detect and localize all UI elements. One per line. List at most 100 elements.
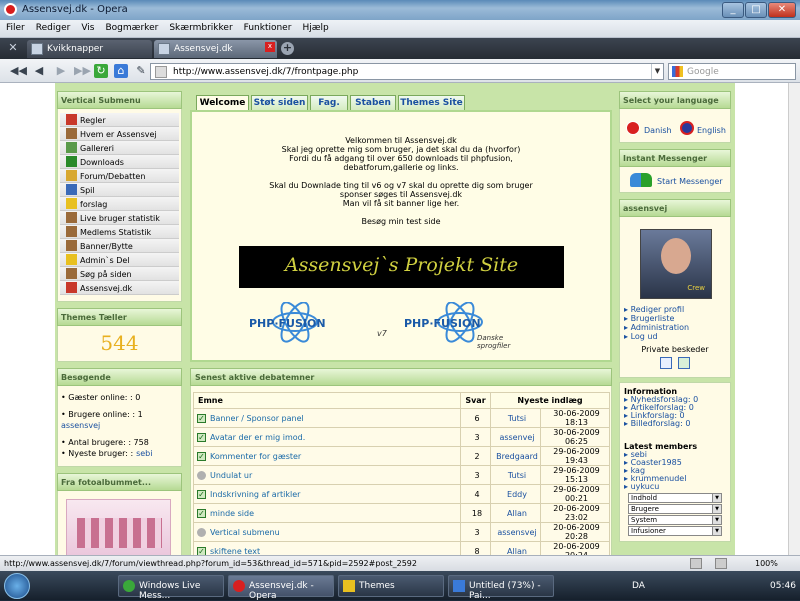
online-user-link[interactable]: assensvej	[61, 420, 178, 431]
submenu-item[interactable]: Banner/Bytte	[60, 239, 179, 253]
fast-forward-icon[interactable]: ▶▶	[74, 64, 91, 78]
user-link-row[interactable]: ▸ Administration	[624, 323, 689, 332]
submenu-item[interactable]: Downloads	[60, 155, 179, 169]
info-link[interactable]: Billedforslag: 0	[631, 419, 691, 428]
home-icon[interactable]: ⌂	[114, 64, 128, 78]
tab-fag[interactable]: Fag.	[310, 95, 348, 110]
tab-themes-site[interactable]: Themes Site	[398, 95, 465, 110]
topic-link[interactable]: Vertical submenu	[210, 528, 280, 537]
maximize-button[interactable]: □	[745, 2, 767, 18]
menu-skaermbrikker[interactable]: Skærmbrikker	[163, 20, 237, 33]
tab-welcome[interactable]: Welcome	[196, 95, 249, 110]
vertical-scrollbar[interactable]	[788, 83, 800, 555]
new-tab-button[interactable]: +	[281, 42, 294, 55]
english-flag-icon[interactable]	[680, 121, 694, 135]
address-bar[interactable]: http://www.assensvej.dk/7/frontpage.php …	[150, 63, 664, 80]
admin-select[interactable]: Indhold ▼	[628, 493, 722, 503]
user-link[interactable]: Brugerliste	[631, 314, 675, 323]
chevron-down-icon[interactable]: ▼	[712, 505, 721, 513]
member-link[interactable]: uykucu	[631, 482, 660, 491]
topic-link[interactable]: skiftene text	[210, 547, 260, 556]
menu-filer[interactable]: Filer	[0, 20, 30, 33]
topic-link[interactable]: minde side	[210, 509, 254, 518]
lang-english[interactable]: English	[697, 126, 726, 135]
last-user-link[interactable]: Allan	[490, 541, 541, 555]
submenu-item[interactable]: Gallereri	[60, 141, 179, 155]
reload-icon[interactable]: ↻	[94, 64, 108, 78]
user-link[interactable]: Rediger profil	[631, 305, 685, 314]
menu-rediger[interactable]: Rediger	[30, 20, 76, 33]
forward-icon[interactable]: ▶	[54, 64, 68, 78]
chevron-down-icon[interactable]: ▼	[651, 64, 663, 79]
user-link[interactable]: Administration	[631, 323, 690, 332]
info-link-row[interactable]: ▸ Billedforslag: 0	[624, 420, 726, 428]
compose-icon[interactable]	[678, 357, 690, 369]
submenu-item[interactable]: Spil	[60, 183, 179, 197]
back-icon[interactable]: ◀	[32, 64, 46, 78]
avatar[interactable]: Crew	[640, 229, 712, 299]
last-user-link[interactable]: assenvej	[490, 427, 541, 447]
user-link-row[interactable]: ▸ Brugerliste	[624, 314, 689, 323]
submenu-item[interactable]: Søg på siden	[60, 267, 179, 281]
start-messenger-link[interactable]: Start Messenger	[657, 177, 723, 186]
last-user-link[interactable]: Tutsi	[490, 408, 541, 428]
view-icon[interactable]	[715, 558, 727, 569]
topic-link[interactable]: Kommenter for gæster	[210, 452, 301, 461]
last-user-link[interactable]: Bredgaard	[490, 446, 541, 466]
submenu-item[interactable]: Forum/Debatten	[60, 169, 179, 183]
task-windows-live[interactable]: Windows Live Mess...	[118, 575, 224, 601]
admin-select[interactable]: Infusioner ▼	[628, 526, 722, 536]
topic-link[interactable]: Banner / Sponsor panel	[210, 414, 304, 423]
chevron-down-icon[interactable]: ▼	[712, 516, 721, 524]
submenu-item[interactable]: Admin`s Del	[60, 253, 179, 267]
topic-link[interactable]: Avatar der er mig imod.	[210, 433, 305, 442]
admin-select[interactable]: System ▼	[628, 515, 722, 525]
submenu-item[interactable]: Live bruger statistik	[60, 211, 179, 225]
menu-hjaelp[interactable]: Hjælp	[296, 20, 333, 33]
site-banner[interactable]: Assensvej`s Projekt Site	[239, 246, 564, 288]
tab-kvikknapper[interactable]: Kvikknapper	[27, 40, 152, 58]
last-user-link[interactable]: Allan	[490, 503, 541, 523]
topic-link[interactable]: Indskrivning af artikler	[210, 490, 300, 499]
menu-bogmaerker[interactable]: Bogmærker	[99, 20, 163, 33]
last-user-link[interactable]: Tutsi	[490, 465, 541, 485]
photo-thumbnail[interactable]	[66, 499, 171, 555]
menu-vis[interactable]: Vis	[75, 20, 99, 33]
submenu-item[interactable]: Medlems Statistik	[60, 225, 179, 239]
newest-user-link[interactable]: sebi	[136, 449, 152, 458]
close-tab-icon[interactable]: x	[265, 42, 275, 52]
search-input[interactable]: Google	[668, 63, 796, 80]
task-themes[interactable]: Themes	[338, 575, 444, 597]
phpfusion-danish-logo[interactable]: PHP·FUSION Danske sprogfiler	[402, 301, 532, 350]
tab-staben[interactable]: Staben	[350, 95, 396, 110]
panel-icon[interactable]	[690, 558, 702, 569]
tools-icon[interactable]: ✕	[6, 41, 20, 55]
user-link-row[interactable]: ▸ Log ud	[624, 332, 689, 341]
input-language[interactable]: DA	[632, 581, 645, 591]
user-link[interactable]: Log ud	[631, 332, 658, 341]
inbox-icon[interactable]	[660, 357, 672, 369]
tab-stot-siden[interactable]: Støt siden	[251, 95, 308, 110]
submenu-item[interactable]: Hvem er Assensvej	[60, 127, 179, 141]
phpfusion-v7-logo[interactable]: PHP·FUSION v7	[247, 301, 387, 347]
menu-funktioner[interactable]: Funktioner	[238, 20, 297, 33]
topic-link[interactable]: Undulat ur	[210, 471, 252, 480]
danish-flag-icon[interactable]	[626, 121, 640, 135]
chevron-down-icon[interactable]: ▼	[712, 494, 721, 502]
submenu-item[interactable]: forslag	[60, 197, 179, 211]
submenu-item[interactable]: Assensvej.dk	[60, 281, 179, 295]
close-window-button[interactable]: ✕	[768, 2, 796, 18]
start-button[interactable]	[4, 573, 30, 599]
lang-danish[interactable]: Danish	[644, 126, 672, 135]
edit-icon[interactable]: ✎	[134, 64, 148, 78]
last-user-link[interactable]: Eddy	[490, 484, 541, 504]
rewind-icon[interactable]: ◀◀	[10, 64, 27, 78]
user-link-row[interactable]: ▸ Rediger profil	[624, 305, 689, 314]
submenu-item[interactable]: Regler	[60, 113, 179, 127]
tab-assensvej[interactable]: Assensvej.dk x	[154, 40, 277, 58]
task-opera[interactable]: Assensvej.dk - Opera	[228, 575, 334, 601]
minimize-button[interactable]: _	[722, 2, 744, 18]
chevron-down-icon[interactable]: ▼	[712, 527, 721, 535]
last-user-link[interactable]: assensvej	[490, 522, 541, 542]
admin-select[interactable]: Brugere ▼	[628, 504, 722, 514]
